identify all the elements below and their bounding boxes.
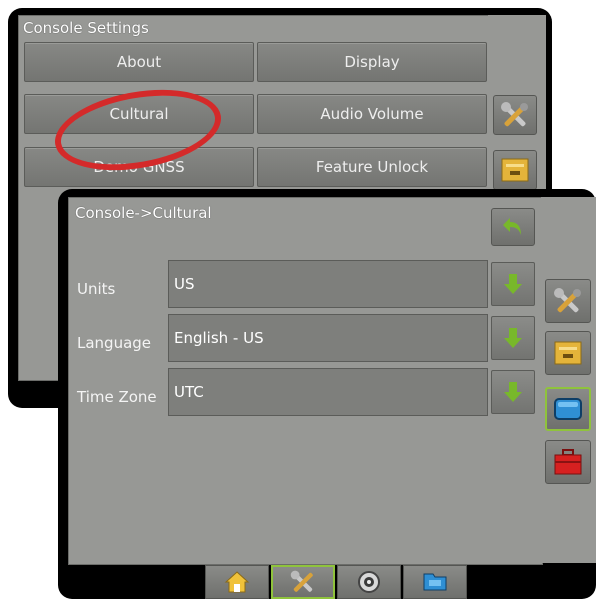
toolbox-icon [554,449,582,475]
tools-icon [501,102,528,127]
toolbox-button[interactable] [545,440,591,484]
down-arrow-icon [504,274,522,294]
tools-button[interactable] [493,95,537,135]
feature-unlock-button[interactable]: Feature Unlock [257,147,487,187]
language-dropdown-button[interactable] [491,316,535,360]
side-toolbar [541,197,596,563]
back-button[interactable] [491,208,535,246]
tools-icon [554,288,581,313]
time-zone-dropdown-button[interactable] [491,370,535,414]
units-dropdown-button[interactable] [491,262,535,306]
audio-volume-button[interactable]: Audio Volume [257,94,487,134]
console-button[interactable] [493,150,537,190]
tab-gnss[interactable] [337,565,401,599]
data-icon [423,573,447,591]
cultural-screen: Console->Cultural Units US Language Engl… [58,189,596,599]
units-field[interactable]: US [168,260,488,308]
tab-tools[interactable] [271,565,335,599]
time-zone-label: Time Zone [77,388,157,406]
language-label: Language [77,334,152,352]
cultural-panel: Console->Cultural Units US Language Engl… [68,197,543,565]
display-button[interactable] [545,387,591,431]
units-label: Units [77,280,116,298]
down-arrow-icon [504,328,522,348]
tab-data[interactable] [403,565,467,599]
tab-home[interactable] [205,565,269,599]
about-button[interactable]: About [24,42,254,82]
time-zone-field[interactable]: UTC [168,368,488,416]
display-button[interactable]: Display [257,42,487,82]
down-arrow-icon [504,382,522,402]
language-field[interactable]: English - US [168,314,488,362]
page-title: Console Settings [23,19,149,37]
console-button[interactable] [545,331,591,375]
console-icon [501,158,529,182]
tools-button[interactable] [545,279,591,323]
console-icon [554,341,582,365]
bottom-nav [205,565,467,599]
tools-icon [290,570,313,592]
gnss-icon [358,571,380,593]
page-title: Console->Cultural [75,204,212,222]
home-icon [224,571,250,593]
display-icon [554,398,582,420]
back-arrow-icon [503,218,521,235]
